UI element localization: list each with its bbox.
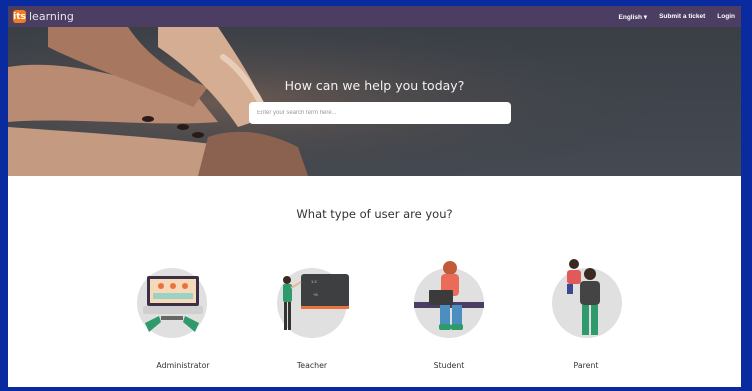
- teacher-chalkboard-icon: 1·2 +5: [283, 274, 349, 330]
- administrator-illustration: [137, 268, 207, 338]
- user-type-card-teacher[interactable]: 1·2 +5: [274, 268, 350, 338]
- administrator-label[interactable]: Administrator: [123, 361, 243, 370]
- hero-banner: How can we help you today?: [8, 27, 741, 176]
- parent-illustration: [552, 259, 622, 338]
- search-input[interactable]: [249, 102, 511, 124]
- svg-text:1·2: 1·2: [311, 279, 318, 284]
- top-navbar: its learning English ▾ Submit a ticket L…: [8, 6, 741, 27]
- teacher-illustration: 1·2 +5: [277, 268, 349, 338]
- logo[interactable]: its learning: [13, 10, 74, 23]
- page-frame: its learning English ▾ Submit a ticket L…: [8, 6, 741, 387]
- svg-text:+5: +5: [313, 292, 318, 297]
- teacher-label[interactable]: Teacher: [252, 361, 372, 370]
- login-link[interactable]: Login: [717, 13, 735, 20]
- student-label[interactable]: Student: [389, 361, 509, 370]
- laptop-hands-icon: [143, 276, 203, 332]
- hero-title: How can we help you today?: [284, 78, 465, 93]
- language-dropdown[interactable]: English ▾: [619, 13, 648, 21]
- submit-ticket-link[interactable]: Submit a ticket: [659, 13, 705, 20]
- parent-label[interactable]: Parent: [526, 361, 646, 370]
- user-type-card-administrator[interactable]: [134, 268, 210, 338]
- student-laptop-icon: [414, 261, 484, 330]
- user-type-card-student[interactable]: [411, 261, 487, 338]
- logo-text: learning: [29, 10, 74, 23]
- nav-links: English ▾ Submit a ticket Login: [619, 6, 735, 27]
- parent-child-icon: [567, 259, 600, 335]
- user-type-card-parent[interactable]: [549, 259, 625, 338]
- user-type-heading: What type of user are you?: [296, 207, 453, 221]
- logo-mark: its: [13, 10, 26, 23]
- student-illustration: [414, 261, 484, 338]
